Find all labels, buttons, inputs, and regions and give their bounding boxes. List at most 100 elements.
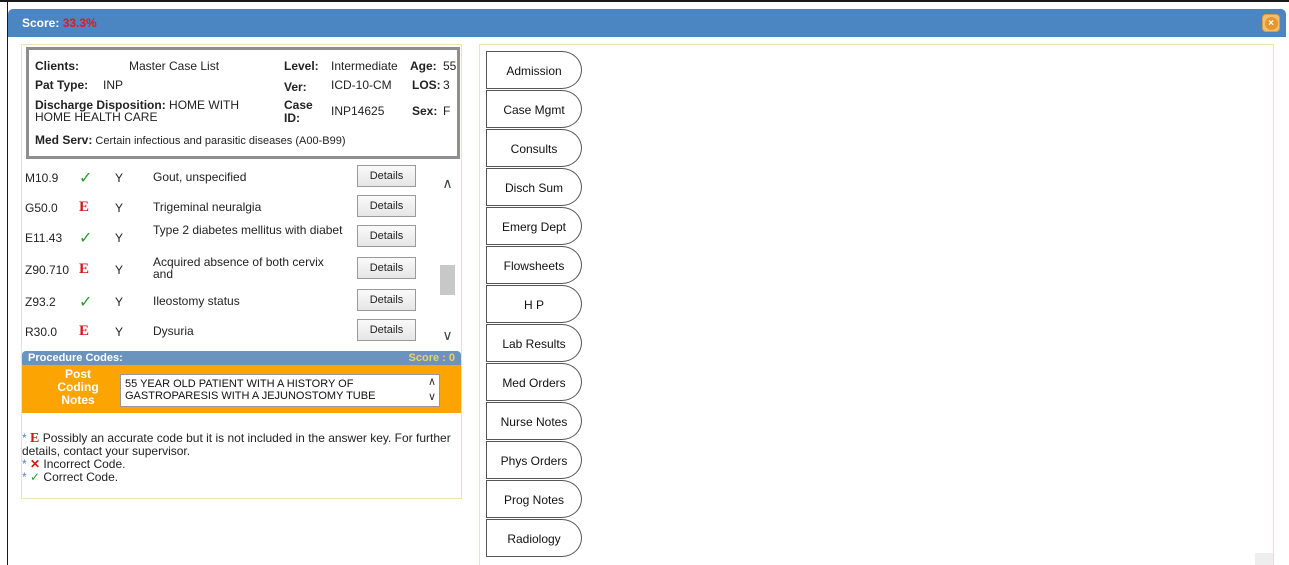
code-value: Z90.710 [25,263,70,277]
tab-flowsheets[interactable]: Flowsheets [486,246,582,284]
document-scrollbar[interactable] [1255,553,1273,565]
procedure-codes-header: Procedure Codes: Score : 0 [22,351,461,365]
level-label: Level: [284,59,319,73]
tab-lab-results[interactable]: Lab Results [486,324,582,362]
close-icon: × [1264,16,1278,30]
tab-med-orders[interactable]: Med Orders [486,363,582,401]
table-row: Z93.2 ✓ Y Ileostomy status Details [22,287,442,315]
scrollbar-thumb[interactable] [440,265,455,295]
case-id-value: INP14625 [331,104,385,118]
tab-h-p[interactable]: H P [486,285,582,323]
disch-value-2: HOME HEALTH CARE [35,110,158,124]
code-description: Acquired absence of both cervix and [153,255,324,281]
case-info-box: Clients: Master Case List Level: Interme… [26,47,460,159]
legend: * E Possibly an accurate code but it is … [22,432,461,484]
tab-case-mgmt[interactable]: Case Mgmt [486,90,582,128]
sex-label: Sex: [412,104,438,118]
legend-item-correct: * ✓ Correct Code. [22,470,119,484]
poa-value: Y [115,295,124,309]
code-value: Z93.2 [25,295,56,309]
tab-phys-orders[interactable]: Phys Orders [486,441,582,479]
check-icon: ✓ [30,470,41,484]
legend-correct-text: Correct Code. [43,470,119,484]
tab-radiology[interactable]: Radiology [486,519,582,557]
tab-consults[interactable]: Consults [486,129,582,167]
coding-panel: Clients: Master Case List Level: Interme… [21,44,462,499]
error-e-icon: E [79,261,90,277]
poa-value: Y [115,263,124,277]
med-serv-value: Certain infectious and parasitic disease… [95,135,346,147]
tab-disch-sum[interactable]: Disch Sum [486,168,582,206]
table-row: M10.9 ✓ Y Gout, unspecified Details [22,163,442,191]
close-button[interactable]: × [1262,14,1280,32]
chevron-up-icon[interactable]: ∧ [428,376,436,388]
post-coding-notes-label: Post Coding Notes [57,367,99,407]
window-left-border [7,0,8,565]
details-button[interactable]: Details [357,289,416,311]
details-button[interactable]: Details [357,257,416,279]
procedure-codes-label: Procedure Codes: [28,352,123,364]
poa-value: Y [115,201,124,215]
sex-value: F [443,104,451,118]
score-label: Score: [22,16,60,30]
legend-possible-text: Possibly an accurate code but it is not … [22,431,451,458]
age-label: Age: [410,59,437,73]
legend-incorrect-text: Incorrect Code. [43,457,126,471]
error-e-icon: E [79,323,90,339]
ver-label: Ver: [284,80,307,94]
code-description: Trigeminal neuralgia [153,200,262,214]
chevron-down-icon[interactable]: ∨ [441,327,454,344]
score-value: 33.3% [62,16,97,30]
table-row: G50.0 E Y Trigeminal neuralgia Details [22,193,442,221]
check-icon: ✓ [79,170,93,187]
code-value: G50.0 [25,201,58,215]
ver-value: ICD-10-CM [331,78,392,92]
error-e-icon: E [79,199,90,215]
age-value: 55 [443,59,457,73]
procedure-score: Score : 0 [408,352,455,364]
pat-type-value: INP [103,78,124,92]
tab-admission[interactable]: Admission [486,51,582,89]
details-button[interactable]: Details [357,225,416,247]
poa-value: Y [115,325,124,339]
details-button[interactable]: Details [357,319,416,341]
tab-nurse-notes[interactable]: Nurse Notes [486,402,582,440]
case-label-1: Case [284,98,313,112]
chevron-down-icon[interactable]: ∨ [428,391,436,403]
check-icon: ✓ [79,230,93,247]
score-header: Score: 33.3% × [8,9,1286,37]
post-coding-notes-textarea[interactable]: 55 YEAR OLD PATIENT WITH A HISTORY OF GA… [120,374,440,407]
legend-item-possible: * E Possibly an accurate code but it is … [22,431,451,458]
notes-text: 55 YEAR OLD PATIENT WITH A HISTORY OF GA… [125,378,376,402]
code-value: M10.9 [25,171,59,185]
code-description: Type 2 diabetes mellitus with diabet [153,223,343,237]
score-display: Score: 33.3% [22,16,97,30]
clients-label: Clients: [35,59,80,73]
table-row: R30.0 E Y Dysuria Details [22,317,442,345]
details-button[interactable]: Details [357,195,416,217]
code-value: R30.0 [25,325,58,339]
diagnosis-code-list: M10.9 ✓ Y Gout, unspecified Details G50.… [22,163,461,351]
tab-emerg-dept[interactable]: Emerg Dept [486,207,582,245]
table-row: E11.43 ✓ Y Type 2 diabetes mellitus with… [22,223,442,251]
med-serv-label: Med Serv: [35,133,93,147]
code-description: Gout, unspecified [153,170,247,184]
post-coding-notes-bar: Post Coding Notes 55 YEAR OLD PATIENT WI… [22,365,461,413]
disch-value-1: HOME WITH [169,98,240,112]
x-mark-icon: ✕ [30,457,41,471]
window-top-border [0,0,1289,2]
poa-value: Y [115,231,124,245]
level-value: Intermediate [331,59,398,73]
code-list-scrollbar[interactable]: ∧ ∨ [439,163,456,351]
code-description: Ileostomy status [153,294,240,308]
case-label-2: ID: [284,111,300,125]
los-label: LOS: [412,78,441,92]
chevron-up-icon[interactable]: ∧ [441,175,454,192]
check-icon: ✓ [79,294,93,311]
clients-value: Master Case List [129,59,220,73]
details-button[interactable]: Details [357,165,416,187]
table-row: Z90.710 E Y Acquired absence of both cer… [22,255,442,283]
tab-prog-notes[interactable]: Prog Notes [486,480,582,518]
code-value: E11.43 [25,231,63,245]
code-description: Dysuria [153,324,194,338]
